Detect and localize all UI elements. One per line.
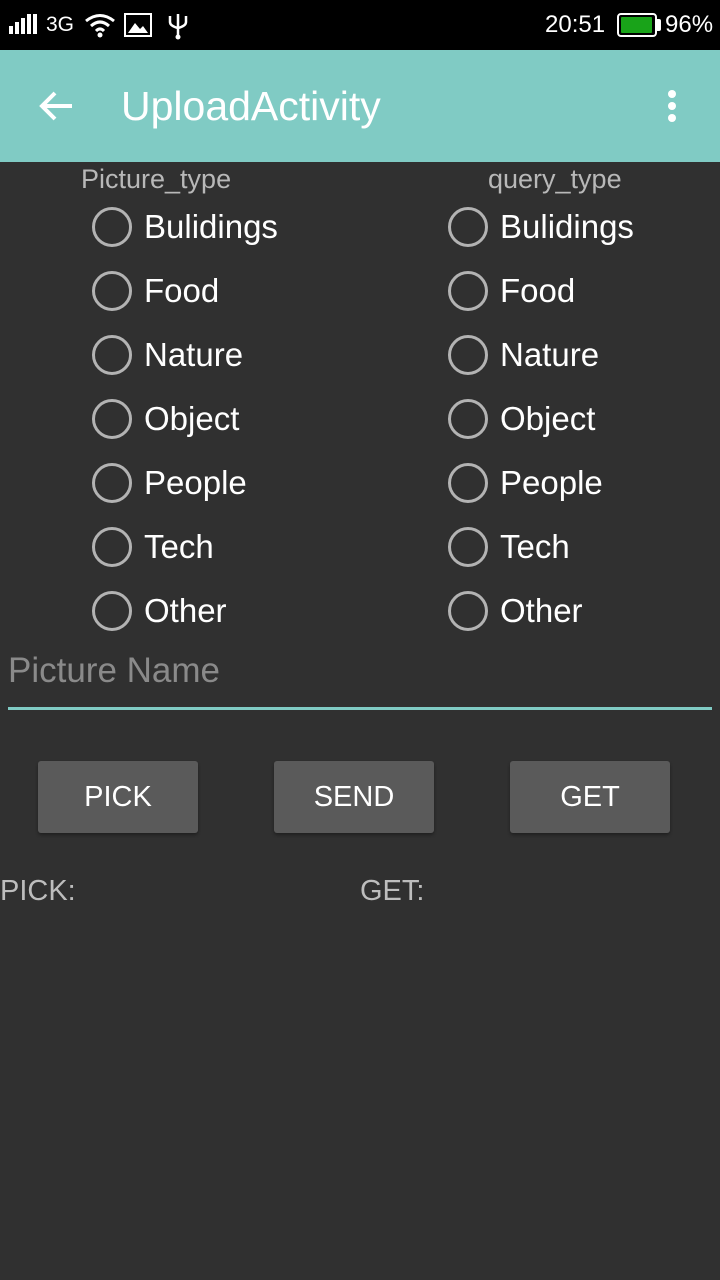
radio-option-label: People xyxy=(500,464,603,501)
picture-type-radio-group: Bulidings Food Nature Object People Tech Other xyxy=(92,195,392,643)
picture-type-option-tech[interactable]: Tech xyxy=(92,515,392,579)
back-button[interactable] xyxy=(28,78,84,134)
radio-button-unchecked-icon[interactable] xyxy=(92,271,132,311)
network-type: 3G xyxy=(46,13,75,36)
radio-button-unchecked-icon[interactable] xyxy=(92,591,132,631)
radio-button-unchecked-icon[interactable] xyxy=(92,399,132,439)
radio-option-label: Object xyxy=(500,400,596,437)
wifi-icon xyxy=(85,14,115,38)
radio-option-label: Other xyxy=(144,592,227,629)
radio-button-unchecked-icon[interactable] xyxy=(92,207,132,247)
query-type-option-tech[interactable]: Tech xyxy=(448,515,720,579)
query-type-option-object[interactable]: Object xyxy=(448,387,720,451)
radio-option-label: Other xyxy=(500,592,583,629)
query-type-option-bulidings[interactable]: Bulidings xyxy=(448,195,720,259)
radio-option-label: People xyxy=(144,464,247,501)
pick-button[interactable]: PICK xyxy=(38,761,198,833)
status-bar: 3G 20:51 96% xyxy=(0,0,720,50)
get-result-label: GET: xyxy=(360,875,425,907)
radio-option-label: Nature xyxy=(500,336,600,373)
picture-type-option-other[interactable]: Other xyxy=(92,579,392,643)
battery-percent: 96% xyxy=(665,11,714,38)
radio-button-unchecked-icon[interactable] xyxy=(448,399,488,439)
radio-button-unchecked-icon[interactable] xyxy=(448,207,488,247)
picture-type-label: Picture_type xyxy=(81,164,232,194)
picture-type-option-nature[interactable]: Nature xyxy=(92,323,392,387)
radio-button-unchecked-icon[interactable] xyxy=(92,335,132,375)
pick-result-label: PICK: xyxy=(0,875,76,907)
radio-button-unchecked-icon[interactable] xyxy=(448,527,488,567)
send-button[interactable]: SEND xyxy=(274,761,434,833)
overflow-menu-button[interactable] xyxy=(652,78,692,134)
radio-button-unchecked-icon[interactable] xyxy=(448,591,488,631)
usb-icon xyxy=(168,14,188,40)
query-type-radio-group: Bulidings Food Nature Object People Tech Other xyxy=(448,195,720,643)
picture-type-option-food[interactable]: Food xyxy=(92,259,392,323)
radio-option-label: Nature xyxy=(144,336,244,373)
query-type-option-nature[interactable]: Nature xyxy=(448,323,720,387)
page-title: UploadActivity xyxy=(121,83,381,129)
radio-option-label: Food xyxy=(500,272,576,309)
picture-type-option-bulidings[interactable]: Bulidings xyxy=(92,195,392,259)
radio-option-label: Bulidings xyxy=(144,208,278,245)
radio-option-label: Object xyxy=(144,400,240,437)
radio-option-label: Tech xyxy=(500,528,570,565)
battery-tip xyxy=(657,19,661,31)
arrow-back-icon xyxy=(39,91,72,121)
query-type-label: query_type xyxy=(488,164,622,194)
battery-level-fill xyxy=(621,17,652,33)
get-button[interactable]: GET xyxy=(510,761,670,833)
radio-button-unchecked-icon[interactable] xyxy=(448,463,488,503)
picture-type-option-object[interactable]: Object xyxy=(92,387,392,451)
app-bar: UploadActivity xyxy=(0,50,720,162)
radio-option-label: Bulidings xyxy=(500,208,634,245)
radio-button-unchecked-icon[interactable] xyxy=(92,527,132,567)
radio-button-unchecked-icon[interactable] xyxy=(92,463,132,503)
battery-icon xyxy=(617,13,657,37)
signal-strength-icon xyxy=(9,14,37,34)
query-type-option-food[interactable]: Food xyxy=(448,259,720,323)
picture-name-input[interactable] xyxy=(8,644,712,710)
query-type-option-people[interactable]: People xyxy=(448,451,720,515)
radio-button-unchecked-icon[interactable] xyxy=(448,271,488,311)
radio-option-label: Tech xyxy=(144,528,214,565)
image-notification-icon xyxy=(124,13,152,37)
clock: 20:51 xyxy=(545,11,606,38)
radio-option-label: Food xyxy=(144,272,220,309)
picture-type-option-people[interactable]: People xyxy=(92,451,392,515)
query-type-option-other[interactable]: Other xyxy=(448,579,720,643)
radio-button-unchecked-icon[interactable] xyxy=(448,335,488,375)
